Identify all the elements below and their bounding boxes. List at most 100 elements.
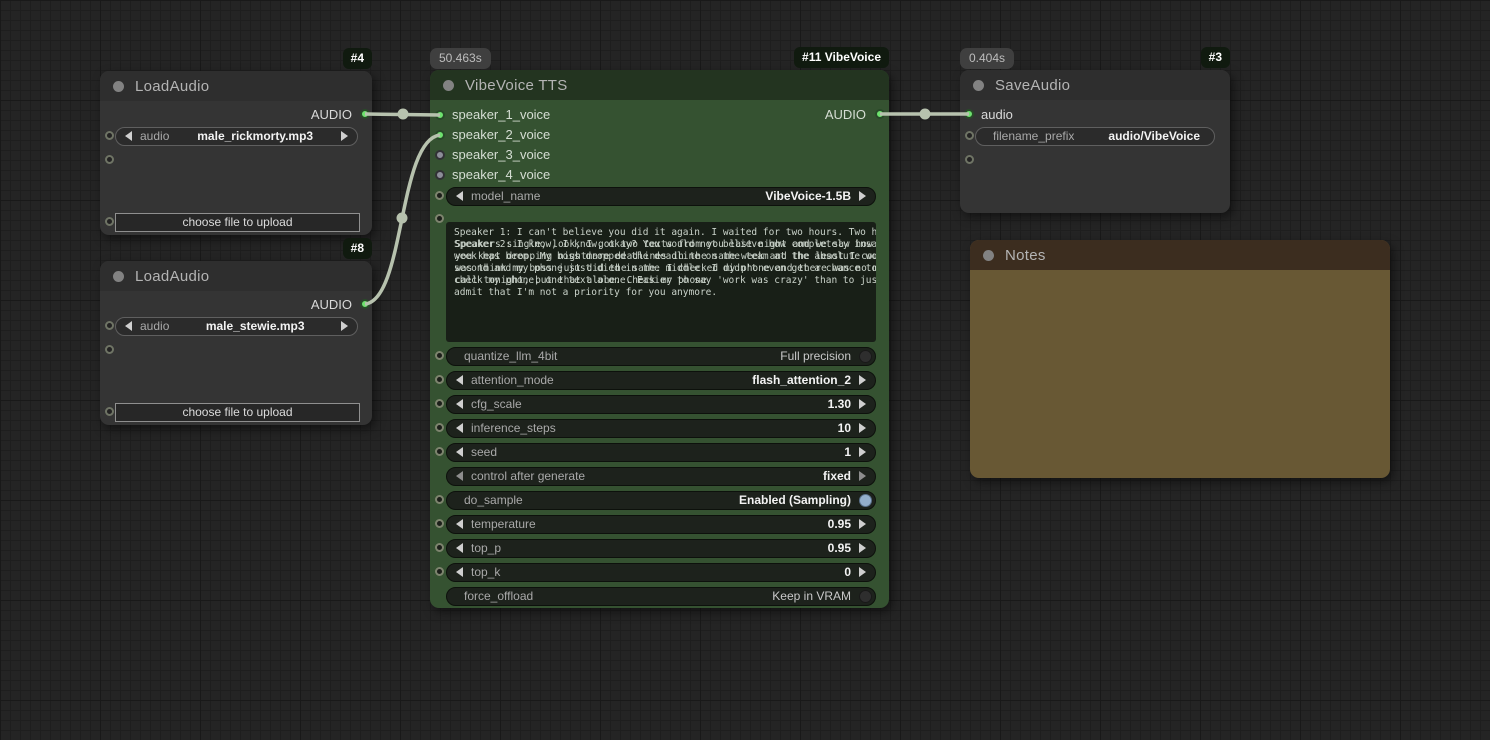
node-title-bar[interactable]: VibeVoice TTS [430,70,889,100]
widget-value: flash_attention_2 [752,373,851,387]
increment-arrow-icon[interactable] [859,375,866,385]
reroute-dot[interactable] [397,108,409,120]
top-k-input-socket[interactable] [435,566,444,576]
text-input-socket[interactable] [435,213,444,223]
do-sample-input-socket[interactable] [435,494,444,504]
increment-arrow-icon[interactable] [859,423,866,433]
increment-arrow-icon[interactable] [859,471,866,481]
attention-mode-input-socket[interactable] [435,374,444,384]
node-id-badge: #11 VibeVoice [794,47,889,68]
node-loadaudio-4[interactable]: #4 LoadAudio AUDIO audio male_rickmorty.… [100,48,372,235]
speaker-4-voice-input-socket[interactable] [435,170,445,180]
widget-control-after-generate[interactable]: control after generate fixed [446,466,876,486]
filename-prefix-input-socket[interactable] [965,130,974,140]
node-loadaudio-8[interactable]: #8 LoadAudio AUDIO audio male_stewie.mp3… [100,238,372,425]
decrement-arrow-icon[interactable] [456,471,463,481]
audio-widget-input-socket[interactable] [105,320,114,330]
widget-filename-prefix[interactable]: filename_prefix audio/VibeVoice [975,126,1215,146]
increment-arrow-icon[interactable] [859,191,866,201]
node-saveaudio-3[interactable]: 0.404s #3 SaveAudio audio filename_prefi… [960,47,1230,213]
widget-temperature[interactable]: temperature 0.95 [446,514,876,534]
collapse-dot-icon[interactable] [973,79,984,91]
model-name-input-socket[interactable] [435,190,444,200]
collapse-dot-icon[interactable] [983,249,994,261]
node-title: LoadAudio [135,267,210,285]
node-title-bar[interactable]: LoadAudio [100,261,372,291]
widget-cfg-scale[interactable]: cfg_scale 1.30 [446,394,876,414]
widget-label: do_sample [464,493,523,507]
audio-output-socket[interactable] [875,109,885,119]
hidden-widget-input-socket[interactable] [105,154,114,164]
hidden-widget-input-socket[interactable] [965,154,974,164]
decrement-arrow-icon[interactable] [456,543,463,553]
decrement-arrow-icon[interactable] [456,447,463,457]
increment-arrow-icon[interactable] [859,519,866,529]
increment-arrow-icon[interactable] [859,567,866,577]
decrement-arrow-icon[interactable] [456,519,463,529]
upload-widget-input-socket[interactable] [105,406,114,416]
decrement-arrow-icon[interactable] [456,423,463,433]
speaker-3-voice-input-socket[interactable] [435,150,445,160]
widget-audio-file[interactable]: audio male_stewie.mp3 [115,316,358,336]
widget-audio-file[interactable]: audio male_rickmorty.mp3 [115,126,358,146]
decrement-arrow-icon[interactable] [456,567,463,577]
script-text-layer-b: Speakers single, look, I got two texts f… [455,239,876,286]
audio-output-socket[interactable] [360,299,370,309]
widget-quantize-llm-4bit[interactable]: quantize_llm_4bit Full precision [446,346,876,366]
decrement-arrow-icon[interactable] [456,191,463,201]
widget-label: cfg_scale [471,397,522,411]
choose-file-button[interactable]: choose file to upload [115,213,360,232]
cfg-scale-input-socket[interactable] [435,398,444,408]
widget-inference-steps[interactable]: inference_steps 10 [446,418,876,438]
decrement-arrow-icon[interactable] [125,131,132,141]
increment-arrow-icon[interactable] [859,399,866,409]
decrement-arrow-icon[interactable] [125,321,132,331]
top-p-input-socket[interactable] [435,542,444,552]
execution-time-badge: 0.404s [960,48,1015,69]
temperature-input-socket[interactable] [435,518,444,528]
increment-arrow-icon[interactable] [859,543,866,553]
increment-arrow-icon[interactable] [341,131,348,141]
decrement-arrow-icon[interactable] [456,399,463,409]
link-wire[interactable] [364,133,441,306]
reroute-dot[interactable] [396,212,408,224]
node-title-bar[interactable]: LoadAudio [100,71,372,101]
script-text-area[interactable]: Speaker 1: I can't believe you did it ag… [446,222,876,342]
widget-do-sample[interactable]: do_sample Enabled (Sampling) [446,490,876,510]
upload-widget-input-socket[interactable] [105,216,114,226]
widget-top-p[interactable]: top_p 0.95 [446,538,876,558]
choose-file-button[interactable]: choose file to upload [115,403,360,422]
audio-input-socket[interactable] [964,109,974,119]
widget-model-name[interactable]: model_name VibeVoice-1.5B [446,186,876,206]
reroute-dot[interactable] [919,108,931,120]
increment-arrow-icon[interactable] [341,321,348,331]
hidden-widget-input-socket[interactable] [105,344,114,354]
widget-label: audio [140,129,170,143]
quantize-input-socket[interactable] [435,350,444,360]
node-title-bar[interactable]: SaveAudio [960,70,1230,100]
collapse-dot-icon[interactable] [113,270,124,282]
collapse-dot-icon[interactable] [443,79,454,91]
speaker-2-voice-input-socket[interactable] [435,130,445,140]
inference-steps-input-socket[interactable] [435,422,444,432]
node-title-bar[interactable]: Notes [970,240,1390,270]
widget-top-k[interactable]: top_k 0 [446,562,876,582]
collapse-dot-icon[interactable] [113,80,124,92]
increment-arrow-icon[interactable] [859,447,866,457]
decrement-arrow-icon[interactable] [456,375,463,385]
node-vibevoice-tts[interactable]: 50.463s #11 VibeVoice VibeVoice TTS spea… [430,47,889,608]
speaker-1-voice-input-socket[interactable] [435,110,445,120]
toggle-knob[interactable] [859,493,872,507]
widget-force-offload[interactable]: force_offload Keep in VRAM [446,586,876,606]
widget-attention-mode[interactable]: attention_mode flash_attention_2 [446,370,876,390]
audio-widget-input-socket[interactable] [105,130,114,140]
toggle-knob[interactable] [859,589,872,603]
audio-output-socket[interactable] [360,109,370,119]
link-wire[interactable] [364,112,441,117]
notes-body[interactable] [970,270,1390,478]
node-notes[interactable]: Notes [970,240,1390,478]
seed-input-socket[interactable] [435,446,444,456]
audio-input-label: audio [981,107,1013,122]
toggle-knob[interactable] [859,349,872,363]
widget-seed[interactable]: seed 1 [446,442,876,462]
